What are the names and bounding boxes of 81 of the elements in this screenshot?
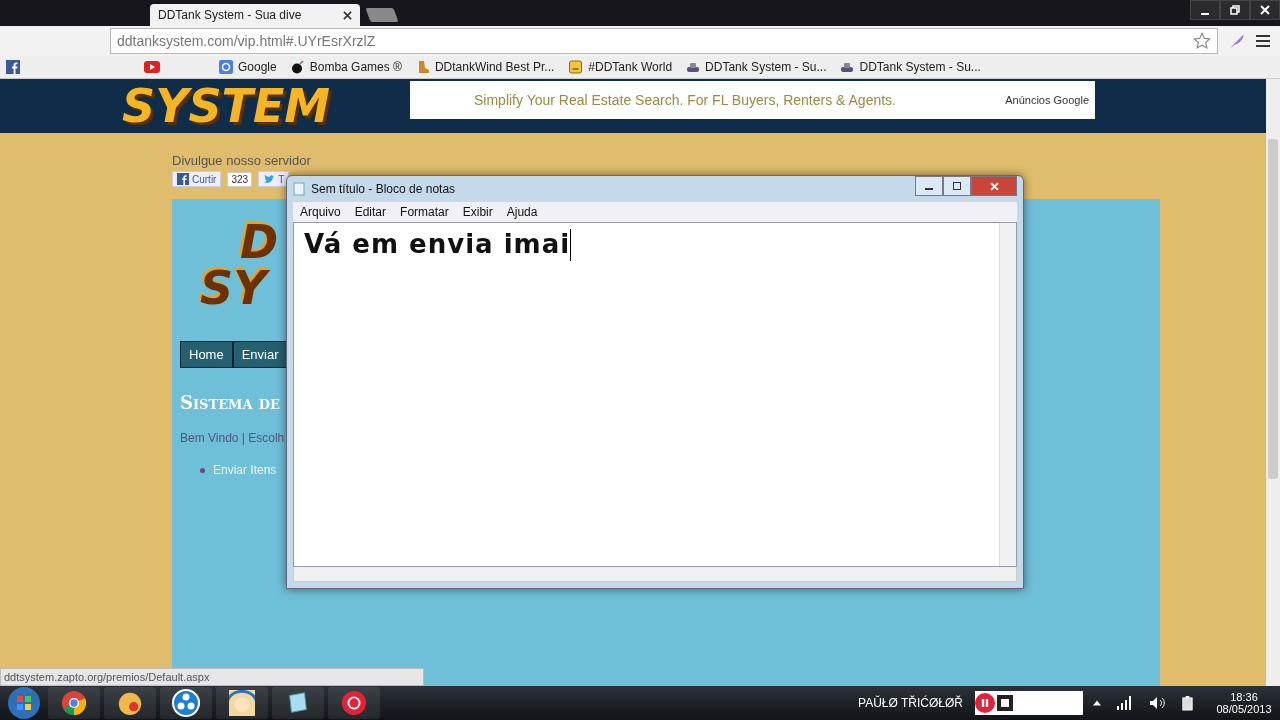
- star-icon[interactable]: [1193, 32, 1211, 50]
- menu-item[interactable]: Formatar: [393, 205, 456, 219]
- flag-icon: [7, 686, 41, 720]
- ad-text[interactable]: Simplify Your Real Estate Search. For FL Buyers, Renters & Agents.: [474, 92, 1006, 108]
- facebook-icon[interactable]: [6, 60, 20, 74]
- bullet-icon: [200, 467, 205, 473]
- welcome-text: Bem Vindo | Escolh: [180, 431, 286, 445]
- menu-item[interactable]: Exibir: [455, 205, 500, 219]
- user-name: PAŬŁØ TŘIĆØŁØŘ: [858, 696, 963, 710]
- close-button[interactable]: [1250, 0, 1280, 20]
- facebook-icon: [177, 173, 189, 185]
- menu-item[interactable]: Editar: [347, 205, 394, 219]
- nav-link[interactable]: Home: [180, 341, 233, 368]
- ad-banner[interactable]: Simplify Your Real Estate Search. For FL Buyers, Renters & Agents. Anúncios Google: [410, 81, 1095, 119]
- stop-icon: [1001, 699, 1009, 707]
- clock[interactable]: 18:36 08/05/2013: [1212, 691, 1276, 715]
- record-icon: [341, 690, 367, 716]
- like-button[interactable]: Curtir: [172, 171, 222, 187]
- bookmark-link[interactable]: DDTank System - Su...: [705, 60, 827, 74]
- bookmark-link[interactable]: DDTank System - Su...: [859, 60, 981, 74]
- browser-tab[interactable]: DDTank System - Sua dive: [150, 4, 360, 26]
- menu-item[interactable]: Ajuda: [499, 205, 545, 219]
- address-bar[interactable]: ddtanksystem.com/vip.html#.UYrEsrXrzlZ: [110, 28, 1218, 54]
- restore-button[interactable]: [1220, 0, 1250, 20]
- close-icon[interactable]: [343, 10, 352, 20]
- tweet-button[interactable]: T: [258, 171, 290, 187]
- site-logo: D SY: [200, 219, 279, 311]
- close-icon: [1260, 5, 1270, 15]
- menu-icon[interactable]: [1256, 34, 1270, 48]
- stop-button[interactable]: [997, 695, 1013, 711]
- ad-label: Anúncios Google: [1005, 94, 1089, 106]
- minimize-icon: [925, 188, 933, 190]
- restore-icon: [1230, 5, 1240, 15]
- dots-icon: [172, 689, 200, 717]
- taskbar-button[interactable]: [216, 687, 268, 719]
- speaker-icon[interactable]: [1149, 696, 1165, 710]
- bookmark-link[interactable]: #DDTank World: [588, 60, 673, 74]
- taskbar-button[interactable]: [104, 687, 156, 719]
- notepad-icon: [293, 182, 305, 196]
- maximize-button[interactable]: [943, 176, 971, 196]
- pause-button[interactable]: [975, 693, 995, 713]
- window-title: Sem título - Bloco de notas: [311, 182, 457, 196]
- bird-icon: [263, 173, 276, 185]
- scrollbar[interactable]: [293, 567, 1017, 582]
- like-count: 323: [227, 171, 253, 187]
- feather-icon[interactable]: [1228, 32, 1246, 50]
- menu-item[interactable]: Arquivo: [293, 205, 348, 219]
- g-icon[interactable]: [219, 60, 233, 74]
- minimize-icon: [1201, 13, 1209, 15]
- wheel-icon: [61, 690, 87, 716]
- minimize-button[interactable]: [1190, 0, 1220, 20]
- ball-icon: [117, 690, 143, 716]
- bookmark-link[interactable]: Bomba Games ®: [309, 60, 402, 74]
- section-heading: Sistema de: [180, 392, 281, 413]
- play-icon[interactable]: [144, 61, 160, 73]
- taskbar-button[interactable]: [328, 687, 380, 719]
- clock-date: 08/05/2013: [1216, 703, 1272, 715]
- tank-icon[interactable]: [686, 60, 701, 74]
- battery-icon[interactable]: [1181, 695, 1194, 711]
- minimize-button[interactable]: [915, 176, 943, 196]
- maximize-icon: [953, 182, 961, 190]
- nav-link[interactable]: Enviar: [232, 341, 288, 368]
- tank-icon[interactable]: [840, 60, 855, 74]
- bookmark-link[interactable]: DDtankWind Best Pr...: [434, 60, 555, 74]
- pause-icon: [981, 699, 989, 707]
- status-url: ddtsystem.zapto.org/premios/Default.aspx: [0, 668, 424, 686]
- bomb-icon[interactable]: [290, 60, 305, 74]
- close-icon: [989, 181, 999, 191]
- taskbar-button[interactable]: [48, 687, 100, 719]
- bookmark-link[interactable]: Google: [238, 60, 277, 74]
- taskbar-button[interactable]: [160, 687, 212, 719]
- share-label: Divulgue nosso servidor: [172, 153, 311, 168]
- avatar-icon: [229, 690, 255, 716]
- site-logo[interactable]: SYSTEM: [122, 79, 380, 133]
- taskbar-button[interactable]: [272, 687, 324, 719]
- scrollbar[interactable]: [999, 223, 1016, 566]
- signal-icon[interactable]: [1117, 696, 1133, 710]
- new-tab-button[interactable]: [365, 8, 399, 22]
- caret-icon[interactable]: [1093, 700, 1101, 706]
- clock-time: 18:36: [1230, 691, 1258, 703]
- scrollbar[interactable]: [1266, 79, 1280, 686]
